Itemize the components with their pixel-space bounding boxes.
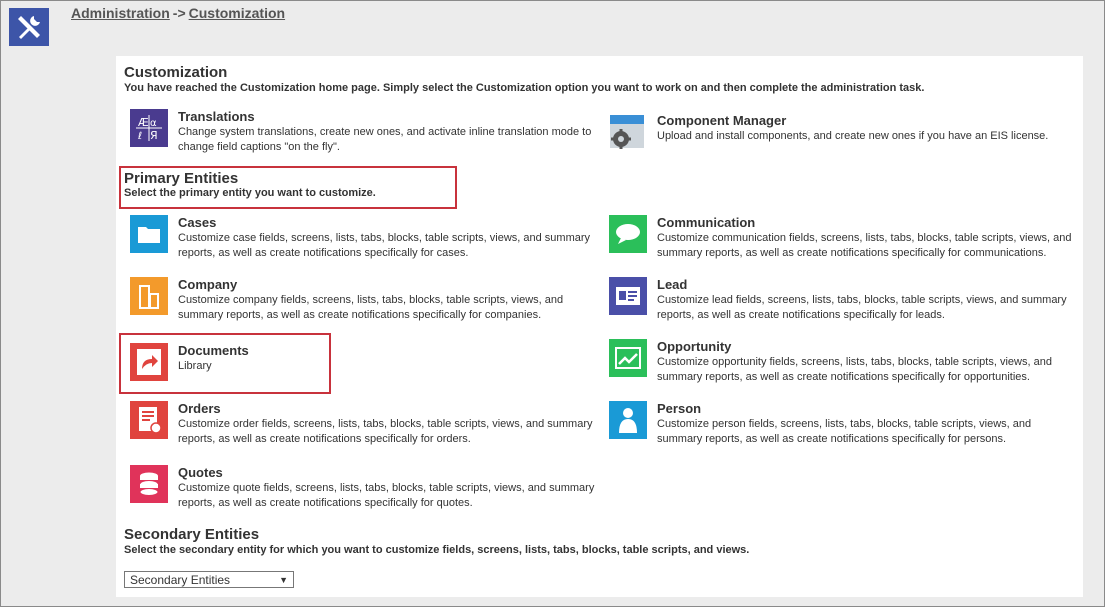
company-title[interactable]: Company: [178, 277, 600, 293]
opportunity-desc: Customize opportunity fields, screens, l…: [657, 356, 1052, 383]
coins-icon: [130, 465, 168, 503]
customization-panel: Customization You have reached the Custo…: [116, 56, 1083, 597]
documents-desc: Library: [178, 360, 212, 372]
breadcrumb: Administration -> Customization: [71, 5, 285, 21]
cases-desc: Customize case fields, screens, lists, t…: [178, 232, 591, 259]
id-card-icon: [609, 277, 647, 315]
primary-entities-description: Select the primary entity you want to cu…: [124, 187, 376, 199]
translations-item[interactable]: Æ α ℓ Я Translations Change system transl…: [130, 109, 600, 155]
component-manager-desc: Upload and install components, and creat…: [657, 130, 1049, 142]
person-desc: Customize person fields, screens, lists,…: [657, 418, 1032, 445]
page-frame: Administration -> Customization Customizat…: [0, 0, 1105, 607]
secondary-entities-select-value: Secondary Entities: [130, 572, 231, 587]
building-icon: [130, 277, 168, 315]
company-item[interactable]: Company Customize company fields, screens…: [130, 277, 600, 323]
svg-text:ℓ: ℓ: [138, 131, 142, 142]
person-item[interactable]: Person Customize person fields, screens, …: [609, 401, 1079, 447]
opportunity-item[interactable]: Opportunity Customize opportunity fields,…: [609, 339, 1079, 385]
documents-item[interactable]: Documents Library: [130, 343, 320, 381]
folder-icon: [130, 215, 168, 253]
speech-bubble-icon: [609, 215, 647, 253]
communication-desc: Customize communication fields, screens,…: [657, 232, 1072, 259]
person-icon: [609, 401, 647, 439]
customization-title: Customization: [124, 64, 228, 81]
opportunity-title[interactable]: Opportunity: [657, 339, 1079, 355]
quotes-item[interactable]: Quotes Customize quote fields, screens, l…: [130, 465, 600, 511]
company-desc: Customize company fields, screens, lists…: [178, 294, 564, 321]
order-icon: [130, 401, 168, 439]
svg-text:Я: Я: [150, 129, 158, 142]
cases-title[interactable]: Cases: [178, 215, 600, 231]
person-title[interactable]: Person: [657, 401, 1079, 417]
lead-title[interactable]: Lead: [657, 277, 1079, 293]
breadcrumb-separator: ->: [172, 5, 186, 21]
communication-title[interactable]: Communication: [657, 215, 1079, 231]
trend-chart-icon: [609, 339, 647, 377]
dropdown-arrow-icon: ▼: [279, 574, 288, 585]
quotes-title[interactable]: Quotes: [178, 465, 600, 481]
secondary-entities-title: Secondary Entities: [124, 526, 260, 543]
breadcrumb-administration-link[interactable]: Administration: [71, 5, 170, 21]
document-share-icon: [130, 343, 168, 381]
customization-description: You have reached the Customization home …: [124, 82, 925, 94]
breadcrumb-customization-link[interactable]: Customization: [189, 5, 285, 21]
lead-desc: Customize lead fields, screens, lists, t…: [657, 294, 1067, 321]
translations-desc: Change system translations, create new o…: [178, 126, 592, 153]
translations-icon: Æ α ℓ Я: [130, 109, 168, 147]
quotes-desc: Customize quote fields, screens, lists, …: [178, 482, 595, 509]
orders-title[interactable]: Orders: [178, 401, 600, 417]
tools-icon: [9, 8, 49, 46]
component-manager-icon: [609, 113, 647, 151]
component-manager-title[interactable]: Component Manager: [657, 113, 1048, 129]
lead-item[interactable]: Lead Customize lead fields, screens, list…: [609, 277, 1079, 323]
component-manager-item[interactable]: Component Manager Upload and install comp…: [609, 113, 1079, 151]
secondary-entities-description: Select the secondary entity for which yo…: [124, 544, 750, 556]
primary-entities-title: Primary Entities: [124, 170, 239, 187]
orders-item[interactable]: Orders Customize order fields, screens, l…: [130, 401, 600, 447]
cases-item[interactable]: Cases Customize case fields, screens, lis…: [130, 215, 600, 261]
communication-item[interactable]: Communication Customize communication fie…: [609, 215, 1079, 261]
secondary-entities-select[interactable]: Secondary Entities ▼: [124, 571, 294, 588]
orders-desc: Customize order fields, screens, lists, …: [178, 418, 593, 445]
svg-text:α: α: [150, 118, 157, 129]
translations-title[interactable]: Translations: [178, 109, 600, 125]
documents-title[interactable]: Documents: [178, 343, 249, 359]
svg-text:Æ: Æ: [138, 116, 149, 129]
